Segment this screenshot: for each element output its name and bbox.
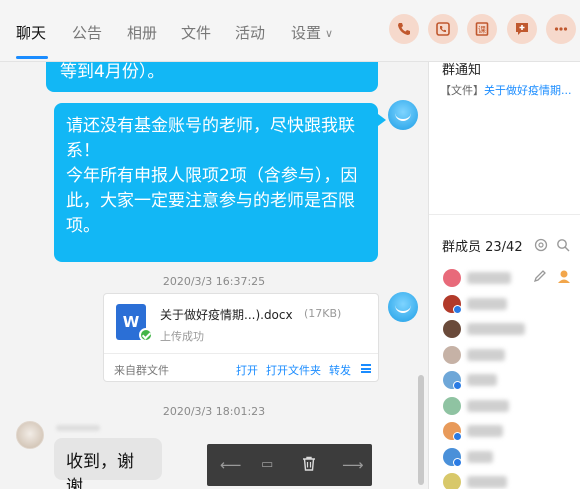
avatar[interactable]: [16, 421, 44, 449]
message-bubble-notice[interactable]: 请还没有基金账号的老师，尽快跟我联 系！ 今年所有申报人限项2项（含参与），因 …: [54, 103, 378, 262]
close-icon[interactable]: ✕: [416, 62, 428, 66]
add-message-icon: [516, 23, 528, 35]
member-name: [467, 297, 507, 310]
message-bubble-reply[interactable]: 收到，谢谢: [54, 438, 162, 489]
more-icon: [554, 27, 568, 31]
member-avatar: [443, 320, 461, 338]
member-badge-icon: [453, 304, 462, 314]
member-row[interactable]: [443, 395, 575, 417]
member-name: [467, 374, 497, 386]
message-timestamp: 2020/3/3 16:37:25: [162, 275, 266, 288]
chevron-down-icon: ∨: [325, 27, 334, 40]
file-name[interactable]: 关于做好疫情期...).docx: [160, 306, 293, 323]
message-line: 此，大家一定要注意参与的老师是否限: [66, 191, 355, 211]
member-avatar: [443, 345, 461, 364]
message-timestamp: 2020/3/3 18:01:23: [162, 405, 266, 418]
member-name: [467, 272, 511, 284]
add-message-button[interactable]: [507, 14, 537, 44]
check-icon: [139, 328, 153, 342]
member-row[interactable]: [443, 369, 575, 391]
member-badge-icon: [453, 381, 462, 390]
more-button[interactable]: [546, 14, 576, 44]
member-row[interactable]: [443, 318, 575, 340]
menu-icon[interactable]: [361, 364, 371, 373]
message-line: 今年所有申报人限项2项（含参与），因: [66, 166, 358, 186]
video-call-icon: [436, 22, 450, 36]
floating-toolbar: ⟵ ▭ ⟶: [207, 444, 372, 486]
screen-icon[interactable]: ▭: [261, 457, 273, 472]
video-call-button[interactable]: [428, 14, 458, 44]
message-bubble-previous[interactable]: 等到4月份）。: [46, 62, 378, 92]
member-name: [467, 450, 493, 463]
active-tab-indicator: [16, 56, 48, 59]
chat-scrollbar[interactable]: [418, 375, 424, 485]
member-row[interactable]: [443, 344, 575, 366]
divider: [104, 353, 378, 354]
member-settings-icon[interactable]: [534, 238, 548, 252]
svg-text:课: 课: [478, 26, 486, 35]
phone-button[interactable]: [389, 14, 419, 44]
search-icon[interactable]: [556, 238, 570, 252]
arrow-right-icon[interactable]: ⟶: [342, 456, 364, 474]
avatar[interactable]: [388, 292, 418, 322]
group-sidebar: 群通知 【文件】关于做好疫情期... 群成员 23/42: [428, 62, 580, 489]
member-name: [467, 425, 503, 437]
open-folder-link[interactable]: 打开文件夹: [266, 362, 321, 378]
member-avatar: [443, 396, 461, 415]
classroom-button[interactable]: 课: [467, 14, 497, 44]
tab-album[interactable]: 相册: [127, 22, 157, 43]
arrow-left-icon[interactable]: ⟵: [220, 456, 242, 474]
message-text: 收到，谢谢: [66, 452, 134, 489]
member-row[interactable]: [443, 293, 575, 315]
open-file-link[interactable]: 打开: [236, 362, 258, 378]
member-name: [467, 323, 525, 335]
tab-settings-label: 设置: [291, 24, 322, 42]
tab-settings[interactable]: 设置 ∨: [291, 22, 333, 43]
member-row[interactable]: [443, 420, 575, 442]
member-avatar: [443, 473, 461, 489]
group-notice-title[interactable]: 群通知: [442, 59, 481, 78]
member-row[interactable]: [443, 267, 575, 289]
tab-files[interactable]: 文件: [181, 22, 211, 43]
member-row[interactable]: [443, 471, 575, 489]
upload-status: 上传成功: [160, 330, 204, 343]
chat-panel[interactable]: ✕ 等到4月份）。 请还没有基金账号的老师，尽快跟我联 系！ 今年所有申报人限项…: [0, 62, 428, 489]
member-name: [467, 348, 505, 361]
member-row[interactable]: [443, 446, 575, 468]
forward-link[interactable]: 转发: [329, 362, 351, 378]
bubble-tail: [378, 114, 386, 126]
group-notice-preview[interactable]: 【文件】关于做好疫情期...: [440, 82, 572, 98]
message-line: 请还没有基金账号的老师，尽快跟我联: [66, 116, 355, 136]
file-size: (17KB): [304, 307, 342, 320]
message-text: 等到4月份）。: [60, 62, 165, 82]
tab-chat[interactable]: 聊天: [16, 22, 46, 43]
sender-name: [56, 425, 100, 431]
notice-tag: 【文件】: [440, 84, 484, 97]
file-source: 来自群文件: [114, 364, 169, 377]
message-line: 系！: [66, 141, 100, 161]
tab-activity[interactable]: 活动: [235, 22, 265, 43]
trash-icon[interactable]: [302, 456, 316, 475]
member-name: [467, 476, 507, 488]
avatar[interactable]: [388, 100, 418, 130]
divider: [429, 214, 580, 215]
member-avatar: [443, 269, 461, 287]
tab-announcement[interactable]: 公告: [72, 22, 102, 43]
member-badge-icon: [453, 457, 462, 467]
phone-icon: [398, 23, 410, 35]
notice-link[interactable]: 关于做好疫情期...: [484, 84, 572, 97]
member-badge-icon: [453, 432, 462, 441]
group-members-title: 群成员 23/42: [442, 240, 523, 255]
file-message-card[interactable]: W 关于做好疫情期...).docx (17KB) 上传成功 来自群文件 打开 …: [103, 293, 379, 382]
top-navigation: 聊天 公告 相册 文件 活动 设置 ∨ 课: [0, 0, 580, 62]
member-name: [467, 399, 509, 412]
message-line: 项。: [66, 216, 100, 236]
classroom-icon: 课: [475, 22, 489, 36]
